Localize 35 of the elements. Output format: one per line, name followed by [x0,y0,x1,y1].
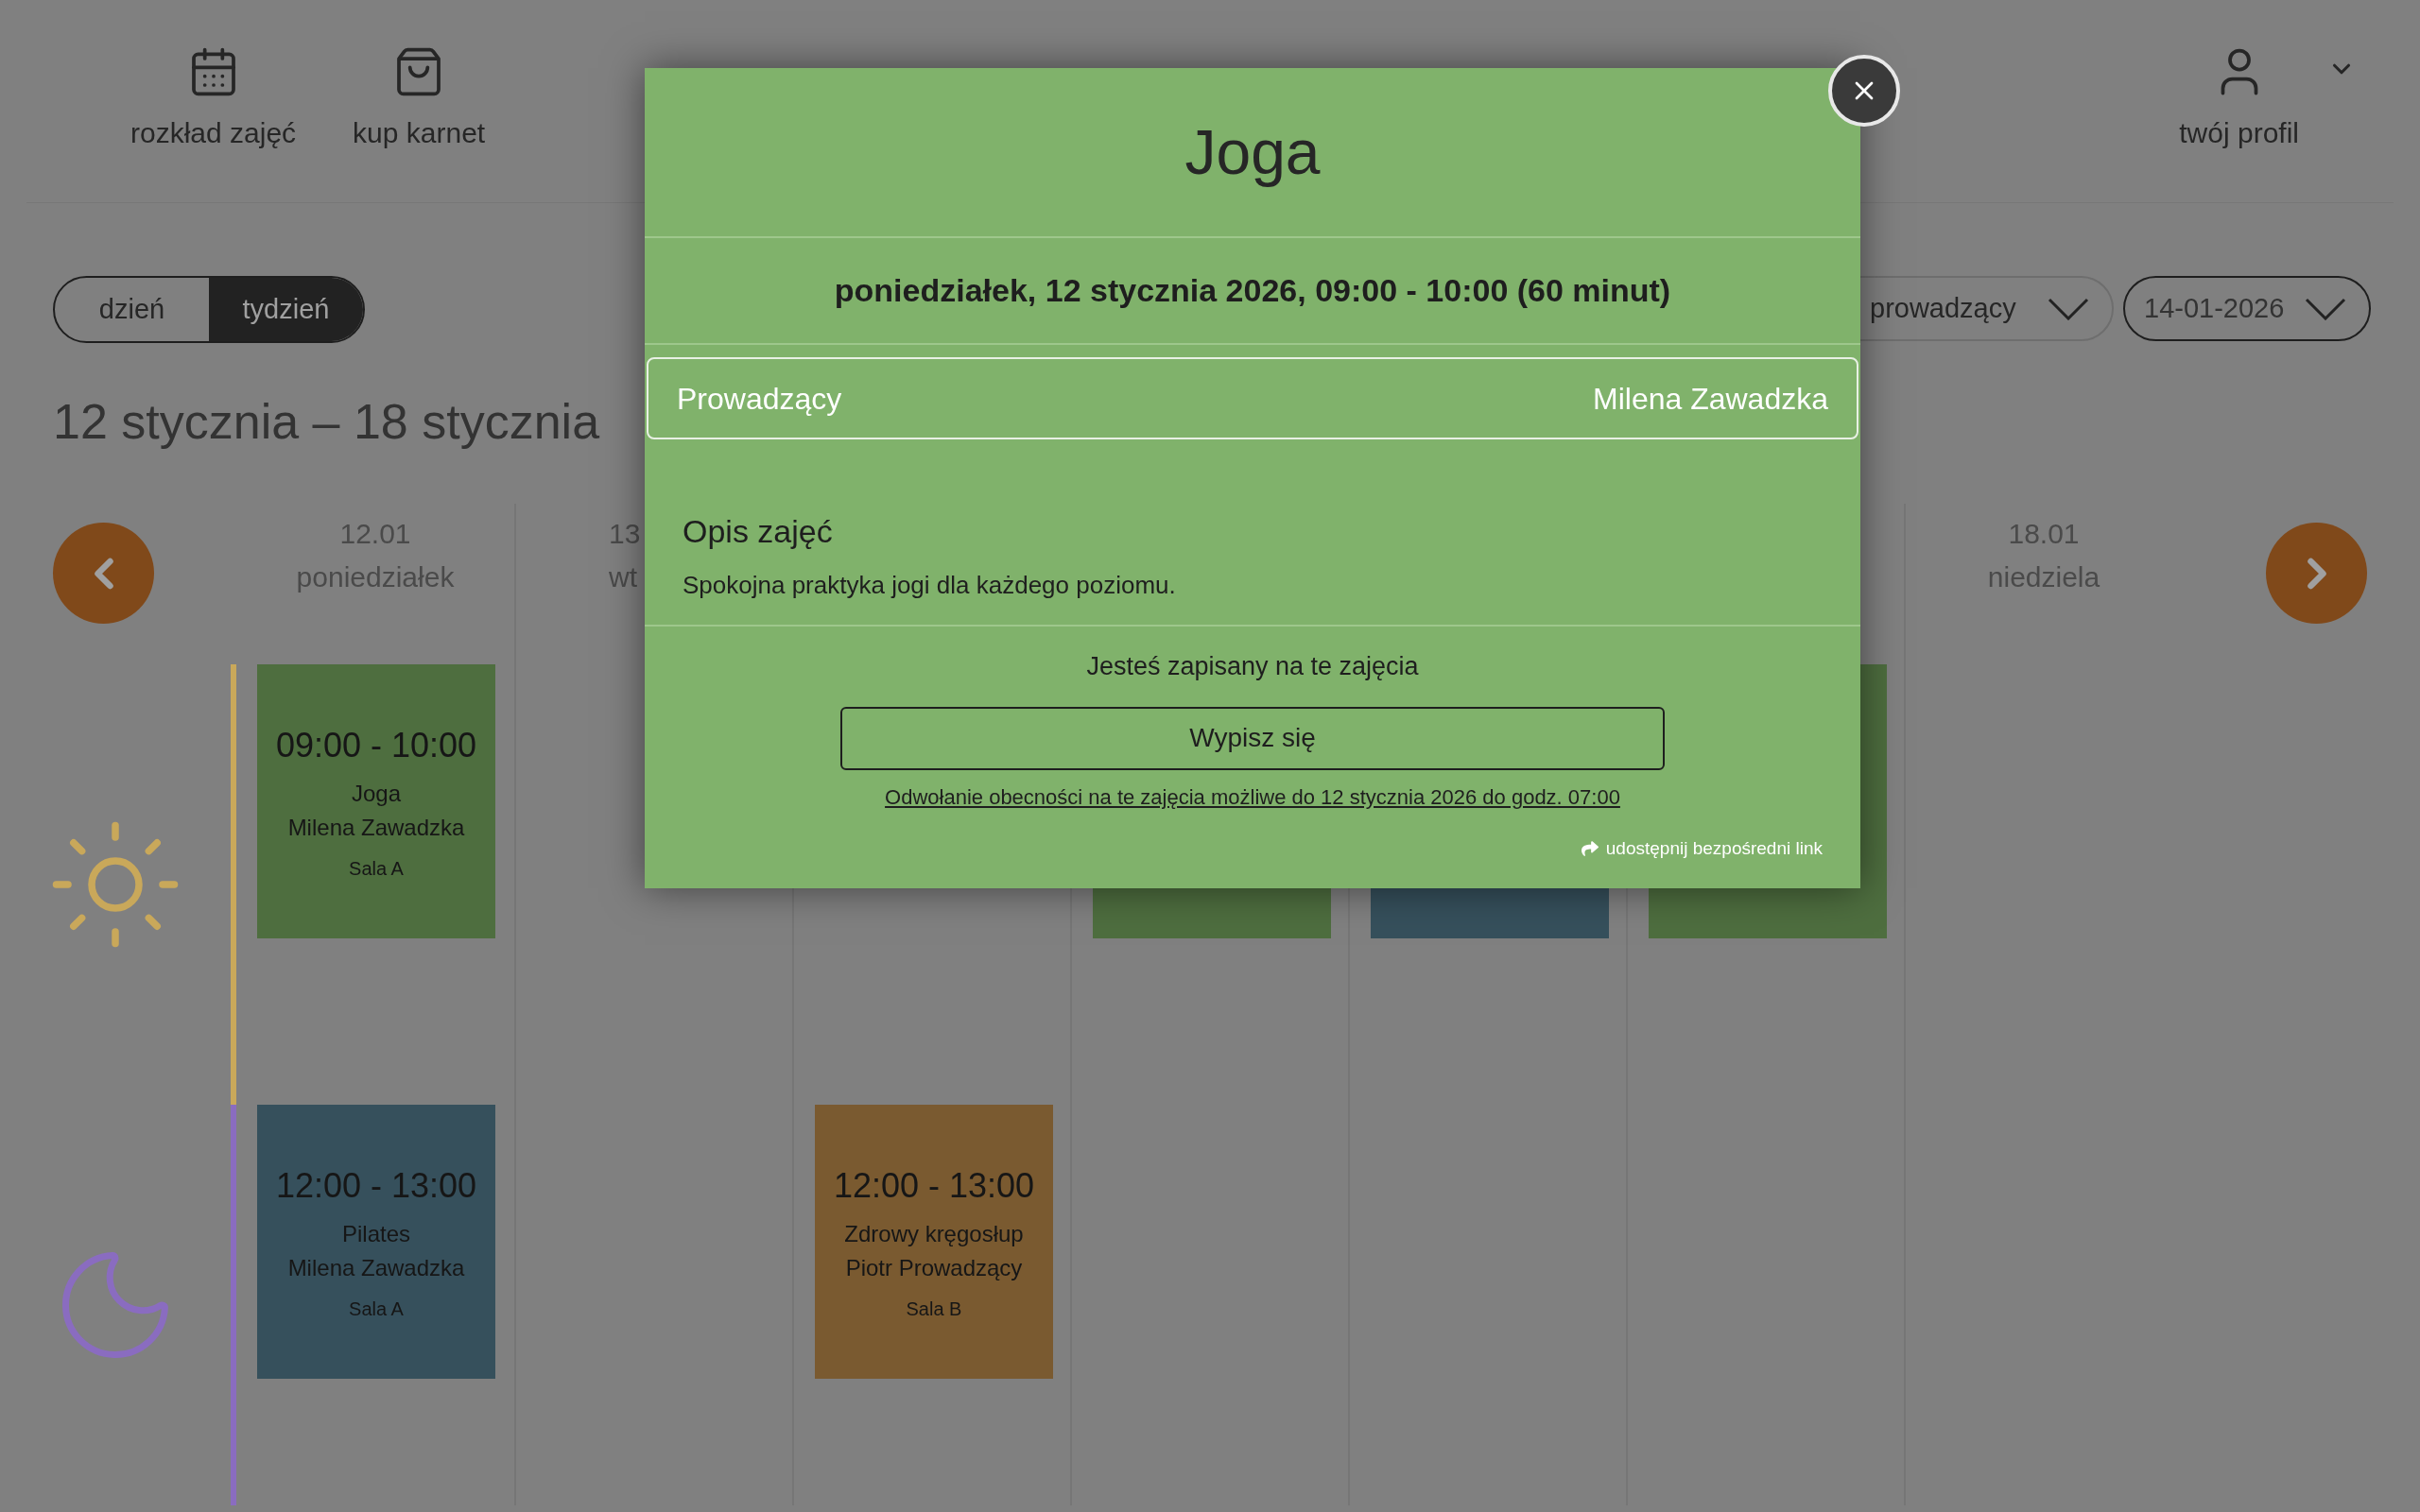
view-tab[interactable]: tydzień [209,278,363,341]
class-card[interactable]: 09:00 - 10:00 Joga Milena Zawadzka Sala A [257,664,495,938]
date-dropdown[interactable]: 14-01-2026 [2123,276,2371,341]
chevron-down-icon [2305,297,2346,320]
unsubscribe-button[interactable]: Wypisz się [840,706,1665,770]
nav-link[interactable]: rozkład zajęć [130,45,297,154]
class-room: Sala A [349,1297,404,1321]
class-name: Zdrowy kręgosłup [844,1220,1024,1248]
profile-link[interactable]: twój profil [2179,43,2299,154]
class-teacher: Milena Zawadzka [287,1254,465,1282]
class-card[interactable]: 12:00 - 13:00 Pilates Milena Zawadzka Sala A [257,1105,495,1379]
class-card[interactable]: 12:00 - 13:00 Zdrowy kręgosłup Piotr Prowadzący Sala B [815,1105,1053,1379]
class-room: Sala B [906,1297,962,1321]
nav-link[interactable]: kup karnet [353,45,486,154]
description-text: Spokojna praktyka jogi dla każdego poziomu. [683,570,1177,601]
description-heading: Opis zajęć [683,512,834,551]
share-icon [1581,839,1599,857]
class-name: Joga [351,780,401,808]
share-link[interactable]: udostępnij bezpośredni link [1581,834,1823,862]
chevron-down-icon [2048,297,2089,320]
view-tab[interactable]: dzień [55,278,209,341]
enrollment-status: Jesteś zapisany na te zajęcia [1086,651,1419,682]
dialog-title: Joga [1184,115,1321,189]
class-teacher: Milena Zawadzka [287,814,465,842]
class-room: Sala A [349,857,404,881]
detail-value: Milena Zawadzka [1593,380,1828,418]
class-name: Pilates [341,1220,410,1248]
class-time: 09:00 - 10:00 [275,725,477,766]
week-title: 12 stycznia – 18 stycznia [53,393,600,451]
class-time: 12:00 - 13:00 [833,1165,1035,1207]
detail-label: Prowadzący [677,380,842,418]
class-time: 12:00 - 13:00 [275,1165,477,1207]
class-teacher: Piotr Prowadzący [845,1254,1023,1282]
class-datetime: poniedziałek, 12 stycznia 2026, 09:00 - 10:00 (60 minut) [834,271,1671,310]
cancellation-link[interactable]: Odwołanie obecności na te zajęcia możliwe do 12 stycznia 2026 do godz. 07:00 [885,781,1620,813]
